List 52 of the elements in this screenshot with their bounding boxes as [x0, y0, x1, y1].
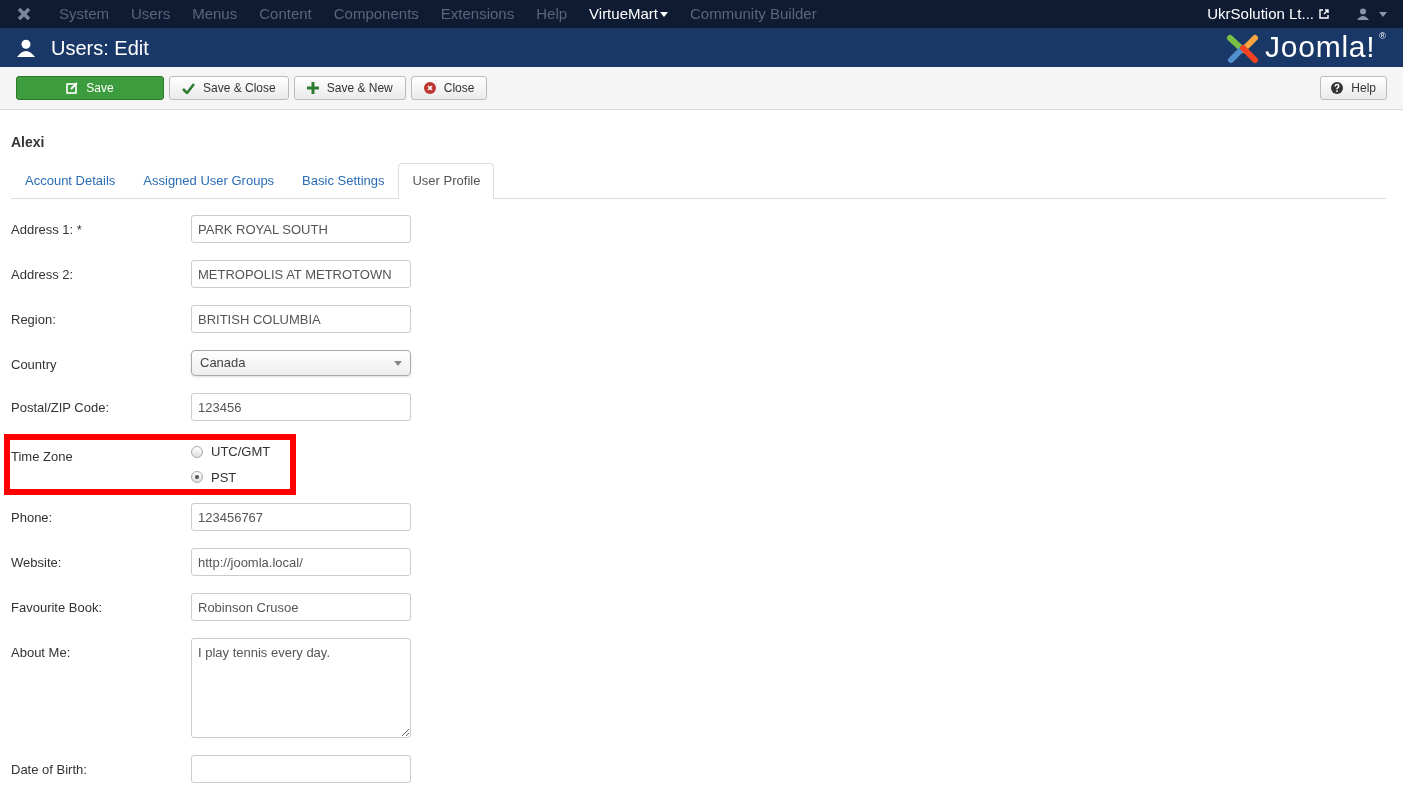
user-icon: [17, 38, 35, 57]
tab[interactable]: User Profile: [398, 163, 495, 199]
registered-mark: ®: [1379, 29, 1386, 43]
toolbar-button[interactable]: Save & New: [293, 76, 406, 100]
user-name: Alexi: [11, 133, 46, 152]
field-label: Region:: [11, 311, 57, 329]
field-label: Time Zone: [11, 448, 74, 466]
menu-item[interactable]: VirtueMart: [578, 2, 679, 26]
site-link[interactable]: UkrSolution Lt...: [1207, 2, 1329, 26]
toolbar-button[interactable]: Close: [410, 76, 488, 100]
field-label: Phone:: [11, 509, 54, 527]
caret-icon: [1379, 11, 1387, 17]
external-link-icon: [1319, 9, 1329, 19]
radio-option[interactable]: PST: [191, 467, 271, 487]
text-field[interactable]: BRITISH COLUMBIA: [191, 305, 411, 333]
field-label: Address 2:: [11, 266, 75, 284]
tab[interactable]: Account Details: [11, 163, 130, 199]
radio-option[interactable]: UTC/GMT: [191, 442, 271, 462]
help-button[interactable]: Help: [1320, 76, 1387, 100]
caret-icon: [394, 360, 402, 366]
edit-icon: [66, 82, 79, 94]
toolbar-button[interactable]: Save & Close: [169, 76, 289, 100]
user-menu-button[interactable]: [1357, 8, 1387, 20]
caret-icon: [660, 11, 668, 17]
tab[interactable]: Assigned User Groups: [129, 163, 289, 199]
text-field[interactable]: 123456: [191, 393, 411, 421]
field-label: Country: [11, 356, 58, 374]
field-label: About Me:: [11, 644, 72, 662]
field-label: Favourite Book:: [11, 599, 104, 617]
text-field[interactable]: METROPOLIS AT METROTOWN: [191, 260, 411, 288]
plus-icon: [306, 82, 319, 94]
page-title: Users: Edit: [51, 35, 149, 61]
check-icon: [182, 82, 195, 94]
field-label: Address 1: *: [11, 221, 83, 239]
close-icon: [423, 82, 436, 94]
text-area[interactable]: I play tennis every day.: [191, 638, 411, 738]
radio-button[interactable]: [191, 445, 203, 458]
tab[interactable]: Basic Settings: [288, 163, 399, 199]
help-icon: [1331, 82, 1344, 94]
country-dropdown[interactable]: Canada: [191, 350, 411, 376]
logo-text: Joomla!: [1265, 29, 1376, 64]
text-field[interactable]: PARK ROYAL SOUTH: [191, 215, 411, 243]
field-label: Postal/ZIP Code:: [11, 399, 111, 417]
joomla-logo-icon: [16, 6, 32, 22]
user-icon: [1357, 8, 1369, 20]
radio-button[interactable]: [191, 471, 203, 484]
text-field[interactable]: http://joomla.local/: [191, 548, 411, 576]
field-label: Date of Birth:: [11, 761, 88, 779]
text-field[interactable]: 123456767: [191, 503, 411, 531]
field-label: Website:: [11, 554, 63, 572]
text-field[interactable]: [191, 755, 411, 783]
text-field[interactable]: Robinson Crusoe: [191, 593, 411, 621]
